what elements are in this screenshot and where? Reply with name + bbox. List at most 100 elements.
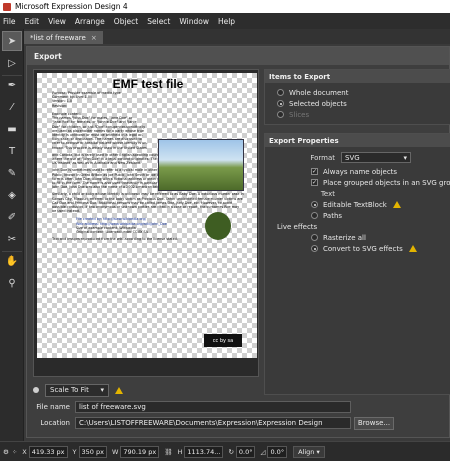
items-to-export-section: Items to Export Whole document Selected … xyxy=(264,69,450,125)
preview-controls: Scale To Fit ▾ xyxy=(33,383,123,397)
scale-value: Scale To Fit xyxy=(50,386,89,394)
warning-icon xyxy=(392,201,401,208)
tab-list-of-freeware[interactable]: *list of freeware × xyxy=(24,31,103,44)
direct-select-icon[interactable]: ▷ xyxy=(2,53,22,73)
gradient-icon[interactable]: ✐ xyxy=(2,207,22,227)
radio-icon xyxy=(277,100,284,107)
format-label: Format xyxy=(310,153,335,162)
radio-label: Editable TextBlock xyxy=(323,200,387,209)
radio-whole-document[interactable]: Whole document xyxy=(265,87,450,98)
menu-view[interactable]: View xyxy=(48,17,66,26)
transparency-grid: EMF test file Purpose: Provide example o… xyxy=(37,73,257,358)
warning-icon xyxy=(408,245,417,252)
format-value: SVG xyxy=(345,153,360,162)
menu-window[interactable]: Window xyxy=(179,17,209,26)
menu-object[interactable]: Object xyxy=(114,17,138,26)
radio-label: Selected objects xyxy=(289,99,347,108)
link-icon[interactable]: ⛓ xyxy=(164,448,172,456)
w-label: W xyxy=(111,447,119,456)
rotate-field[interactable]: 0.0° xyxy=(235,445,256,458)
align-label: Align xyxy=(298,447,315,456)
file-name-input[interactable]: list of freeware.svg xyxy=(75,401,351,413)
doc-paragraph: Similarly, a child or baby whose identit… xyxy=(52,192,244,214)
file-fields: File name list of freeware.svg Location … xyxy=(27,397,449,431)
h-label: H xyxy=(177,447,183,456)
radio-icon xyxy=(311,245,318,252)
radio-icon xyxy=(277,111,284,118)
menu-help[interactable]: Help xyxy=(218,17,235,26)
expression-design-app-icon xyxy=(3,2,11,11)
live-effects-row-label: Live effects xyxy=(265,221,450,232)
format-dropdown[interactable]: SVG ▾ xyxy=(341,152,411,163)
doc-line: known. This practice is widely used in t… xyxy=(52,145,147,150)
menu-select[interactable]: Select xyxy=(147,17,170,26)
paint-bucket-icon[interactable]: ◈ xyxy=(2,185,22,205)
menu-bar: File Edit View Arrange Object Select Win… xyxy=(0,13,450,29)
chevron-down-icon: ▾ xyxy=(314,447,320,456)
selection-arrow-icon[interactable]: ➤ xyxy=(2,31,22,51)
radio-icon xyxy=(311,234,318,241)
document-tabbar: *list of freeware × xyxy=(24,29,450,44)
rectangle-icon[interactable]: ▬ xyxy=(2,119,22,139)
w-field[interactable]: 790.19 px xyxy=(120,445,160,458)
location-label: Location xyxy=(40,419,70,427)
y-label: Y xyxy=(72,447,77,456)
radio-rasterize-all[interactable]: Rasterize all xyxy=(265,232,450,243)
browse-button[interactable]: Browse... xyxy=(354,416,394,430)
checkmark-icon: ✓ xyxy=(311,179,318,186)
radio-paths[interactable]: Paths xyxy=(265,210,450,221)
close-icon[interactable]: × xyxy=(91,34,97,42)
menu-arrange[interactable]: Arrange xyxy=(75,17,105,26)
radio-convert-to-svg-effects[interactable]: Convert to SVG effects xyxy=(265,243,450,254)
checkbox-label: Place grouped objects in an SVG group xyxy=(323,178,450,187)
x-field[interactable]: 419.33 px xyxy=(28,445,68,458)
doc-title: EMF test file xyxy=(112,77,184,91)
scissors-icon[interactable]: ✂ xyxy=(2,229,22,249)
dialog-title: Export xyxy=(27,47,449,65)
menu-edit[interactable]: Edit xyxy=(25,17,40,26)
status-bar: ⚙ ⁘ X 419.33 px Y 350 px W 790.19 px ⛓ H… xyxy=(0,441,450,461)
scale-dropdown[interactable]: Scale To Fit ▾ xyxy=(45,383,109,397)
reference-point-icon[interactable]: ⁘ xyxy=(12,448,17,456)
checkbox-place-grouped-objects[interactable]: ✓ Place grouped objects in an SVG group xyxy=(265,177,450,188)
hand-icon[interactable]: ✋ xyxy=(2,251,22,271)
export-properties-heading: Export Properties xyxy=(265,134,450,147)
export-properties-section: Export Properties Format SVG ▾ ✓ Always … xyxy=(264,133,450,395)
window-title: Microsoft Expression Design 4 xyxy=(15,2,128,11)
radio-slices[interactable]: Slices xyxy=(265,109,450,120)
preview-bullet-icon xyxy=(33,387,39,393)
text-label: Text xyxy=(320,189,335,198)
export-dialog: Export EMF test file Purpose: Provide ex… xyxy=(26,46,450,438)
y-field[interactable]: 350 px xyxy=(78,445,107,458)
file-name-label: File name xyxy=(36,403,70,411)
export-options-panel: Items to Export Whole document Selected … xyxy=(264,69,450,395)
checkbox-always-name-objects[interactable]: ✓ Always name objects xyxy=(265,166,450,177)
skew-field[interactable]: 0.0° xyxy=(267,445,288,458)
location-input[interactable]: C:\Users\LISTOFFREEWARE\Documents\Expres… xyxy=(75,417,351,429)
radio-icon xyxy=(277,89,284,96)
radio-label: Paths xyxy=(323,211,343,220)
toolbox: ➤ ▷ ✒ ⁄ ▬ T ✎ ◈ ✐ ✂ ✋ ⚲ xyxy=(0,29,24,441)
text-row-label: Text xyxy=(265,188,450,199)
h-field[interactable]: 1113.74... xyxy=(184,445,224,458)
align-button[interactable]: Align ▾ xyxy=(293,445,325,458)
pen-icon[interactable]: ✒ xyxy=(2,75,22,95)
magnifier-icon[interactable]: ⚲ xyxy=(2,273,22,293)
document-preview: EMF test file Purpose: Provide example o… xyxy=(52,77,244,353)
location-row: Location C:\Users\LISTOFFREEWARE\Documen… xyxy=(27,415,449,431)
tab-label: *list of freeware xyxy=(30,33,86,42)
radio-icon xyxy=(311,212,318,219)
brush-icon[interactable]: ⁄ xyxy=(2,97,22,117)
radio-selected-objects[interactable]: Selected objects xyxy=(265,98,450,109)
radio-label: Slices xyxy=(289,110,310,119)
chevron-down-icon: ▾ xyxy=(100,386,104,394)
chevron-down-icon: ▾ xyxy=(403,153,407,162)
radio-editable-textblock[interactable]: Editable TextBlock xyxy=(265,199,450,210)
tree-shape xyxy=(205,212,231,240)
eyedropper-icon[interactable]: ✎ xyxy=(2,163,22,183)
menu-file[interactable]: File xyxy=(3,17,16,26)
cc-license-badge: cc by sa xyxy=(204,334,242,347)
gear-icon[interactable]: ⚙ xyxy=(3,448,9,456)
items-to-export-heading: Items to Export xyxy=(265,70,450,83)
text-icon[interactable]: T xyxy=(2,141,22,161)
